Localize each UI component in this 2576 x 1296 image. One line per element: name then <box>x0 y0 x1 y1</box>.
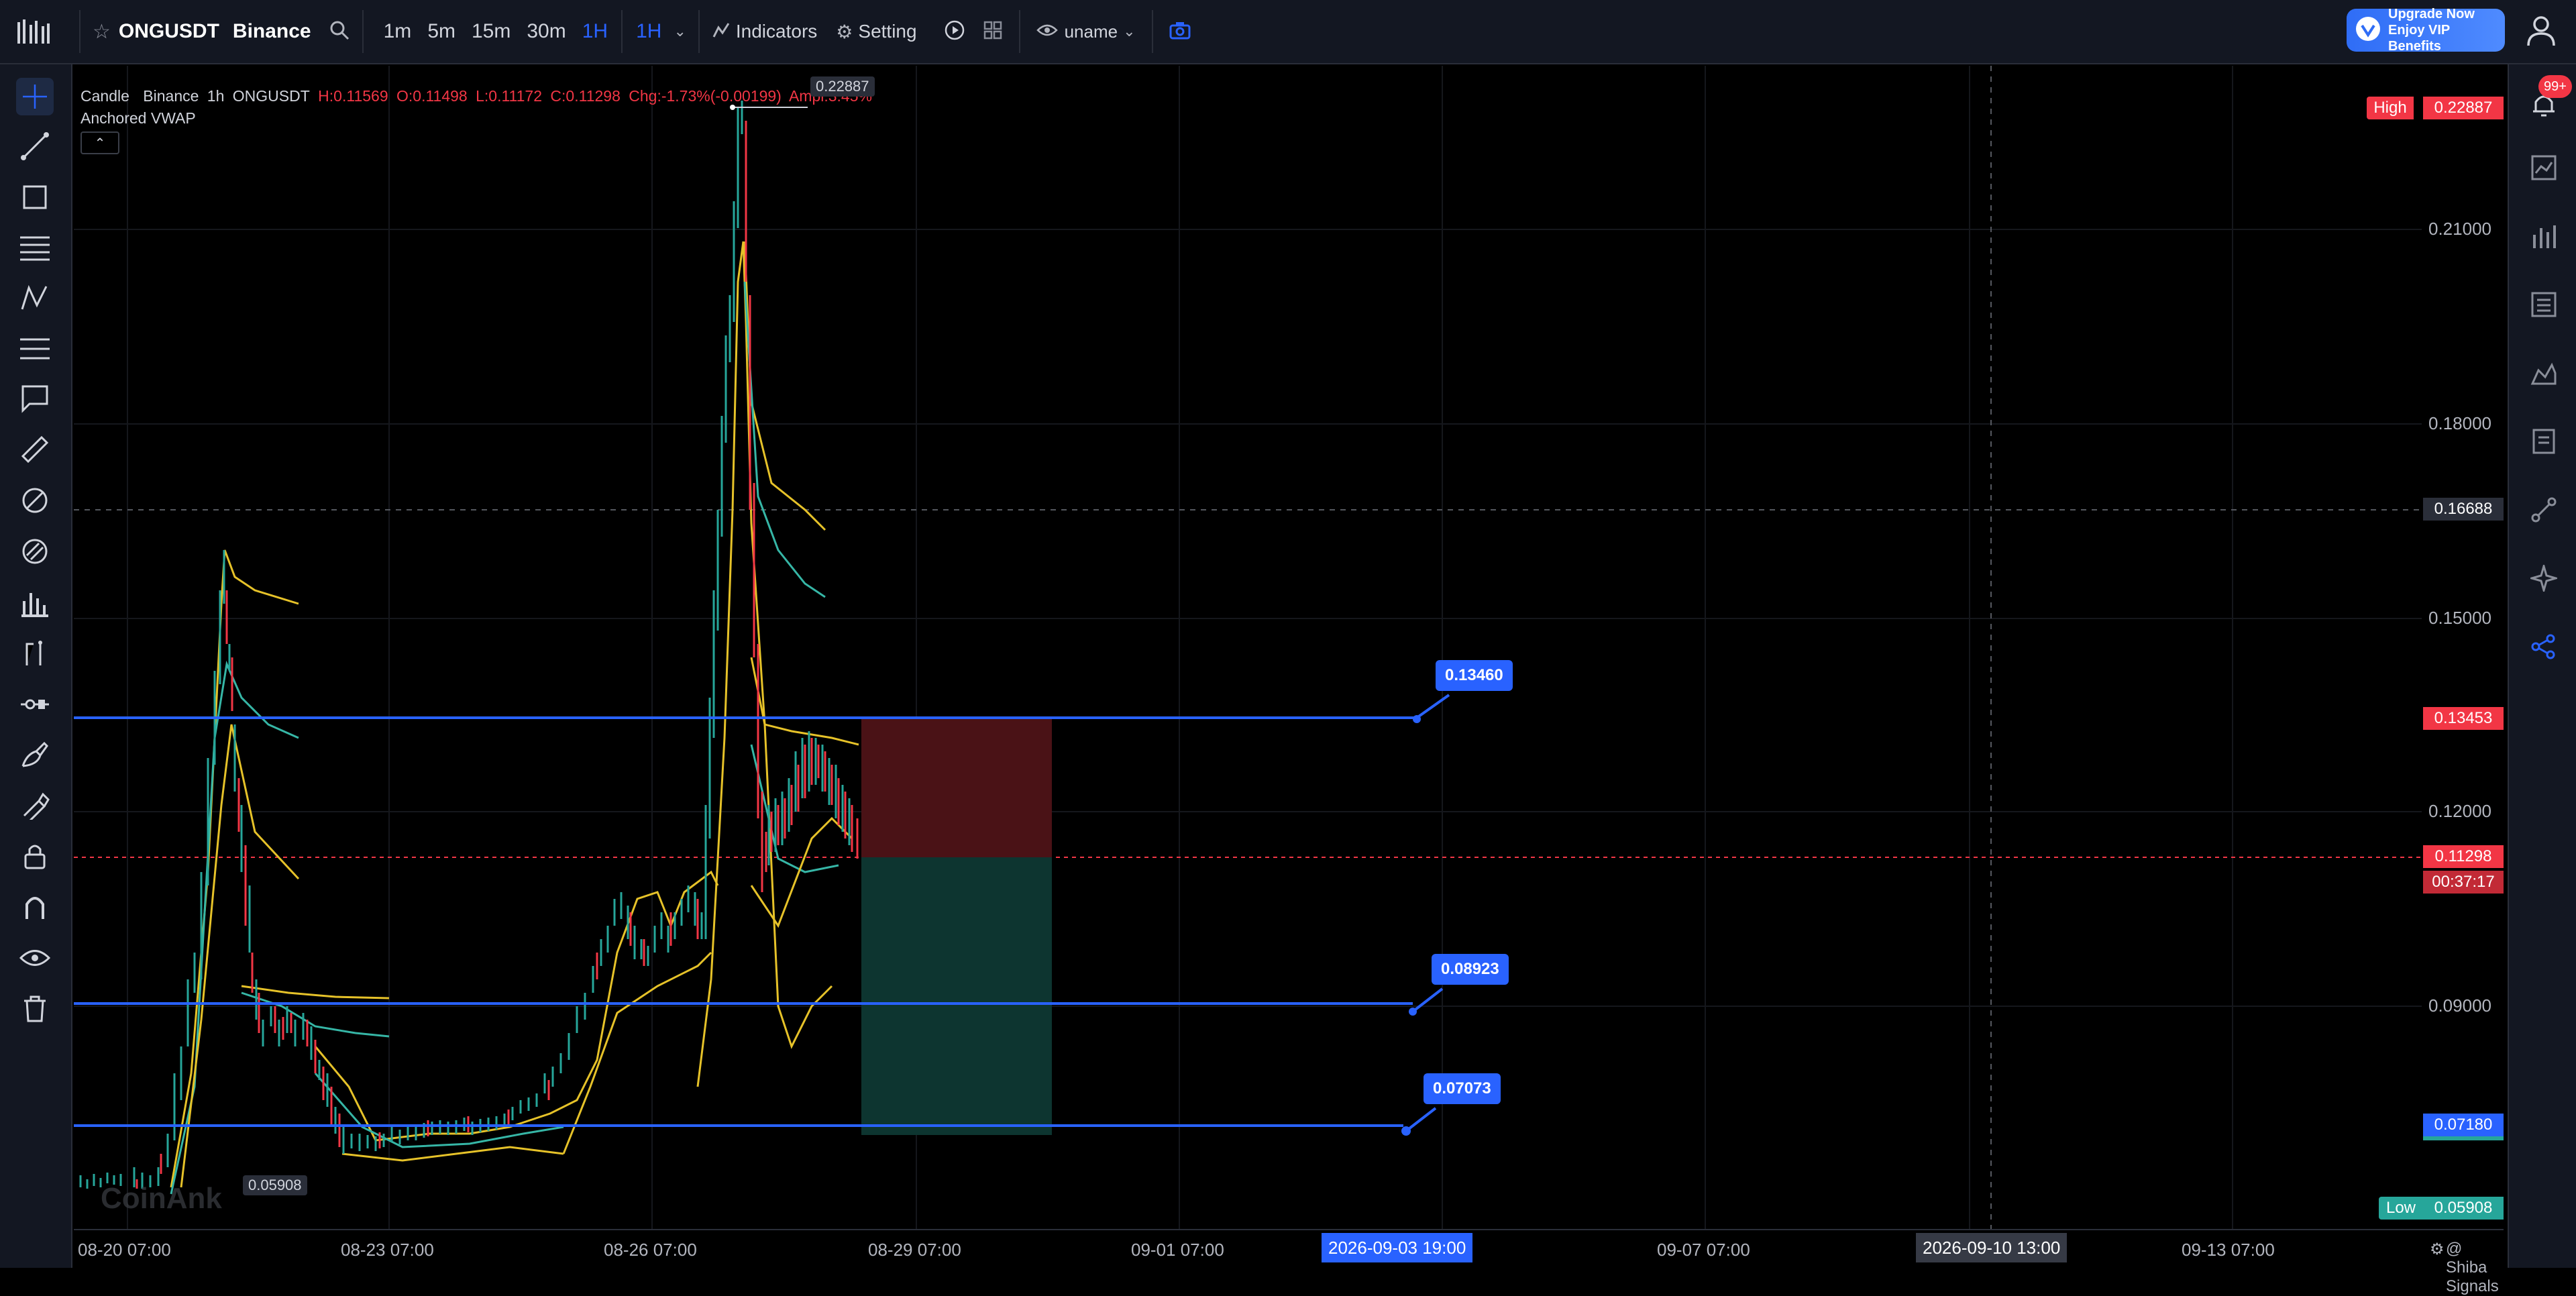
position-stop-zone <box>861 718 1052 857</box>
line-price-tag: 0.13453 <box>2423 707 2504 730</box>
low-value-tag: 0.05908 <box>2423 1197 2504 1220</box>
h-line-top-label[interactable]: 0.13460 <box>1436 660 1513 691</box>
price-tick: 0.09000 <box>2428 995 2491 1016</box>
h-line-mid-label[interactable]: 0.08923 <box>1432 954 1509 985</box>
price-tick: 0.12000 <box>2428 801 2491 821</box>
legend-open: O:0.11498 <box>396 87 468 105</box>
legend-low: L:0.11172 <box>476 87 543 105</box>
time-axis[interactable]: 08-20 07:00 08-23 07:00 08-26 07:00 08-2… <box>74 1229 2504 1295</box>
signals-icon: ⚙ <box>2430 1240 2445 1258</box>
legend-close: C:0.11298 <box>550 87 621 105</box>
time-tick: 08-26 07:00 <box>604 1240 697 1260</box>
high-value-tag: 0.22887 <box>2423 97 2504 119</box>
time-highlight-1: 2026-09-03 19:00 <box>1322 1233 1473 1262</box>
grid <box>74 66 2422 1229</box>
legend-interval: 1h <box>207 87 225 105</box>
time-tick: 09-07 07:00 <box>1657 1240 1750 1260</box>
time-tick: 09-01 07:00 <box>1131 1240 1224 1260</box>
time-tick: 08-23 07:00 <box>341 1240 434 1260</box>
min-price-label: 0.05908 <box>243 1175 307 1195</box>
low-label-tag: Low <box>2379 1197 2423 1220</box>
h-line-mid-leader <box>1411 987 1444 1013</box>
legend-exchange: Binance <box>143 87 199 105</box>
collapse-legend-button[interactable]: ⌃ <box>80 131 119 154</box>
horizontal-drawn-lines <box>74 694 1450 1132</box>
h-line-top-handle <box>1413 715 1421 723</box>
time-highlight-2: 2026-09-10 13:00 <box>1916 1233 2068 1262</box>
countdown-tag: 00:37:17 <box>2423 871 2504 894</box>
legend-high: H:0.11569 <box>318 87 388 105</box>
position-target-zone <box>861 857 1052 1135</box>
peak-price-label: 0.22887 <box>810 76 875 97</box>
time-tick: 08-20 07:00 <box>78 1240 171 1260</box>
legend-type: Candle <box>80 87 129 105</box>
h-line-top-leader <box>1415 694 1450 719</box>
indicator-name[interactable]: Anchored VWAP <box>80 109 876 127</box>
coinank-watermark: CoinAnk <box>101 1182 222 1215</box>
last-price-tag: 0.11298 <box>2423 845 2504 868</box>
footer-attribution: @ Shiba Signals <box>2446 1240 2499 1295</box>
legend-symbol: ONGUSDT <box>232 87 310 105</box>
time-tick: 08-29 07:00 <box>868 1240 961 1260</box>
bottom-line-price-tag: 0.07180 <box>2423 1114 2504 1140</box>
h-line-low-handle <box>1401 1126 1411 1136</box>
crosshair-price-tag: 0.16688 <box>2423 498 2504 521</box>
legend-change: Chg:-1.73%(-0.00199) <box>629 87 782 105</box>
price-tick: 0.21000 <box>2428 219 2491 239</box>
price-tick: 0.15000 <box>2428 608 2491 628</box>
price-tick: 0.18000 <box>2428 413 2491 433</box>
h-line-mid-handle <box>1409 1008 1417 1016</box>
chart-legend: Candle Binance 1h ONGUSDT H:0.11569 O:0.… <box>80 87 876 154</box>
high-label-tag: High <box>2367 97 2414 119</box>
price-chart[interactable] <box>0 0 2576 1268</box>
h-line-low-label[interactable]: 0.07073 <box>1424 1073 1501 1104</box>
time-tick: 09-13 07:00 <box>2182 1240 2275 1260</box>
h-line-low-leader <box>1405 1107 1437 1132</box>
